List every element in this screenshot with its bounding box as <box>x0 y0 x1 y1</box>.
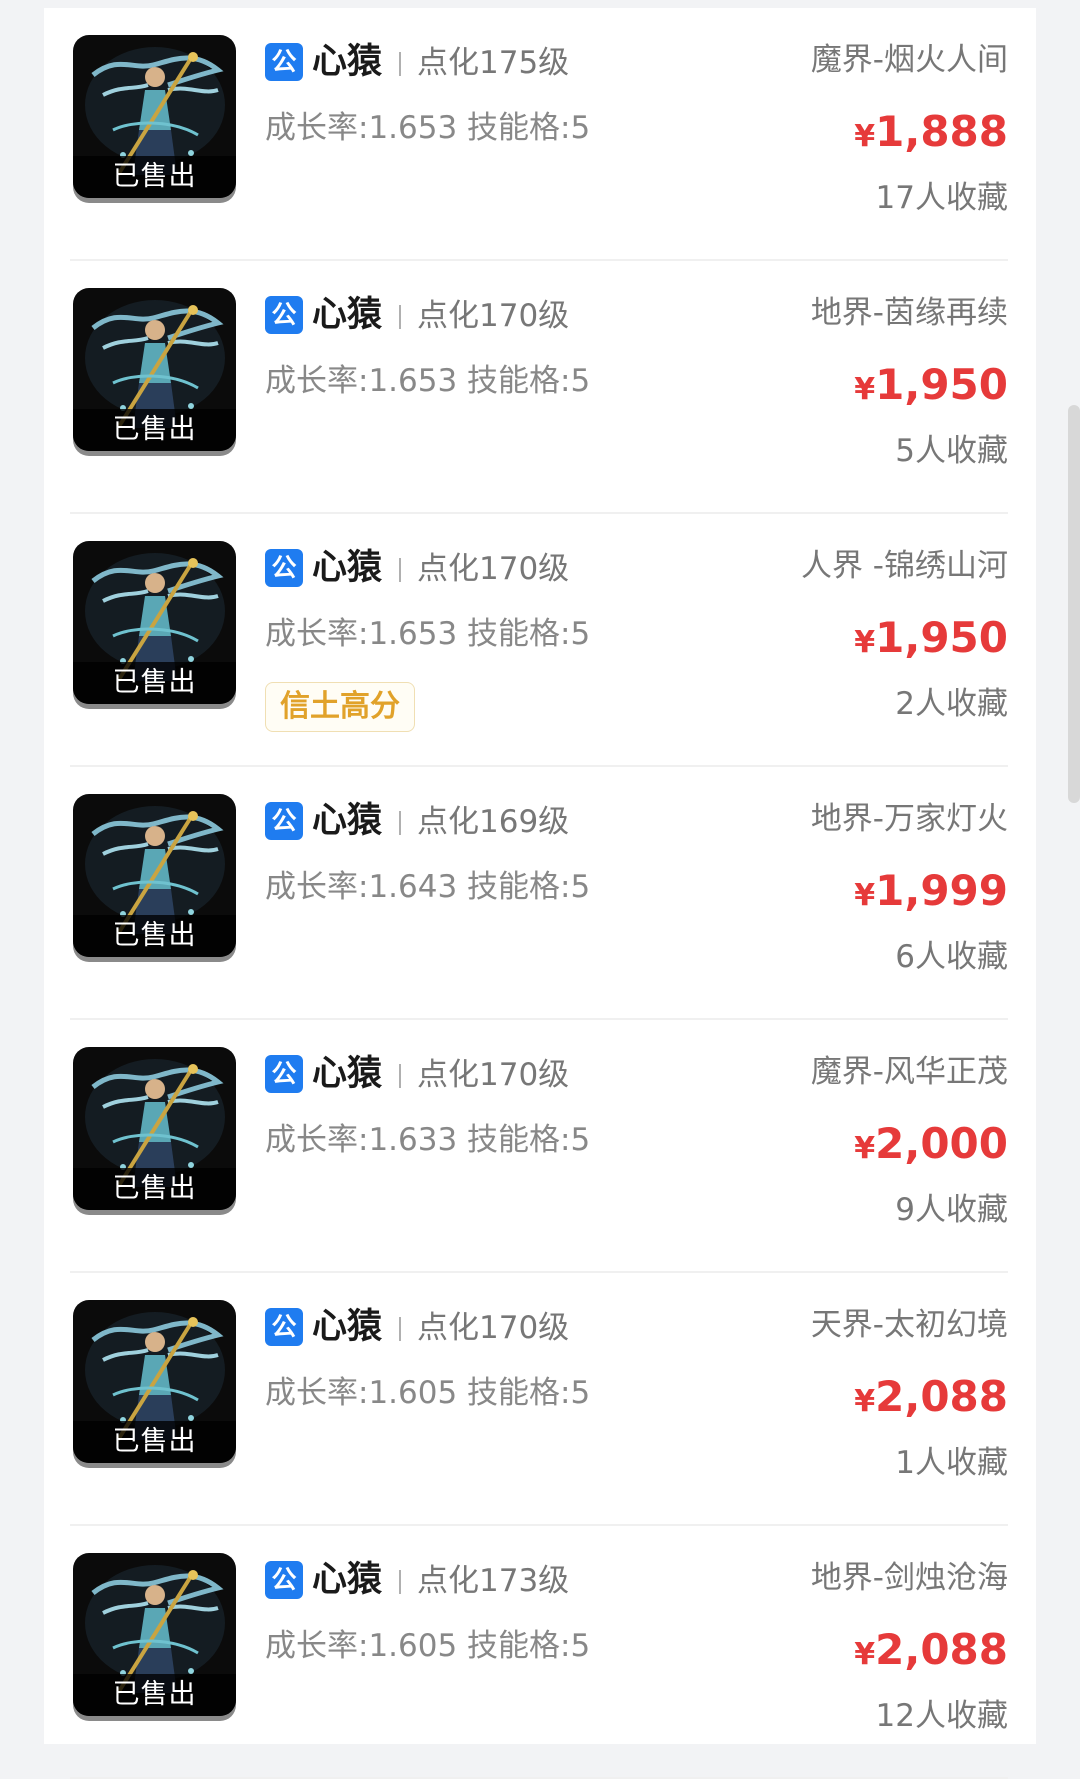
listing-item[interactable]: 已售出 公 心猿 点化170级 成长率:1.605 技能格:5 天界-太初幻境 … <box>70 1273 1008 1526</box>
pet-name[interactable]: 心猿 <box>312 293 382 337</box>
pet-thumbnail[interactable]: 已售出 <box>73 541 236 704</box>
pet-level: 点化170级 <box>417 1310 570 1346</box>
sold-label: 已售出 <box>73 156 236 198</box>
favorite-count: 17人收藏 <box>875 180 1008 216</box>
listing-item[interactable]: 已售出 公 心猿 点化170级 成长率:1.653 技能格:5 信土高分 人界 … <box>70 514 1008 767</box>
pet-name[interactable]: 心猿 <box>312 799 382 843</box>
currency-symbol: ¥ <box>854 372 876 407</box>
pet-name[interactable]: 心猿 <box>312 1305 382 1349</box>
pet-level: 点化170级 <box>417 551 570 587</box>
official-badge: 公 <box>265 1561 303 1599</box>
listing-item[interactable]: 已售出 公 心猿 点化170级 成长率:1.633 技能格:5 魔界-风华正茂 … <box>70 1020 1008 1273</box>
favorite-count: 6人收藏 <box>895 939 1008 975</box>
official-badge: 公 <box>265 802 303 840</box>
title-separator <box>399 1317 401 1341</box>
price-value: 2,088 <box>875 1372 1008 1421</box>
price-value: 1,888 <box>875 107 1008 156</box>
currency-symbol: ¥ <box>854 878 876 913</box>
favorite-count: 1人收藏 <box>895 1445 1008 1481</box>
pet-thumbnail[interactable]: 已售出 <box>73 794 236 957</box>
price-value: 2,000 <box>875 1119 1008 1168</box>
sold-label: 已售出 <box>73 915 236 957</box>
official-badge: 公 <box>265 296 303 334</box>
currency-symbol: ¥ <box>854 1384 876 1419</box>
listing-item[interactable]: 已售出 公 心猿 点化170级 成长率:1.653 技能格:5 地界-茵缘再续 … <box>70 261 1008 514</box>
price: ¥1,999 <box>854 865 1008 926</box>
server-name: 天界-太初幻境 <box>810 1307 1008 1343</box>
title-separator <box>399 1064 401 1088</box>
official-badge: 公 <box>265 1308 303 1346</box>
listing-item[interactable]: 已售出 公 心猿 点化175级 成长率:1.653 技能格:5 魔界-烟火人间 … <box>70 8 1008 261</box>
pet-name[interactable]: 心猿 <box>312 1558 382 1602</box>
pet-level: 点化173级 <box>417 1563 570 1599</box>
sold-label: 已售出 <box>73 409 236 451</box>
favorite-count: 12人收藏 <box>875 1698 1008 1734</box>
server-name: 魔界-风华正茂 <box>810 1054 1008 1090</box>
pet-level: 点化170级 <box>417 298 570 334</box>
price: ¥1,950 <box>854 612 1008 673</box>
official-badge: 公 <box>265 43 303 81</box>
title-separator <box>399 305 401 329</box>
pet-name[interactable]: 心猿 <box>312 1052 382 1096</box>
price-value: 1,950 <box>875 360 1008 409</box>
pet-stats: 成长率:1.605 技能格:5 <box>265 1375 591 1411</box>
title-separator <box>399 52 401 76</box>
official-badge: 公 <box>265 1055 303 1093</box>
sold-label: 已售出 <box>73 1168 236 1210</box>
pet-level: 点化175级 <box>417 45 570 81</box>
price: ¥2,088 <box>854 1624 1008 1685</box>
pet-level: 点化169级 <box>417 804 570 840</box>
pet-stats: 成长率:1.633 技能格:5 <box>265 1122 591 1158</box>
pet-stats: 成长率:1.653 技能格:5 <box>265 363 591 399</box>
price-value: 1,950 <box>875 613 1008 662</box>
trust-tag: 信土高分 <box>265 682 415 732</box>
currency-symbol: ¥ <box>854 1131 876 1166</box>
pet-name[interactable]: 心猿 <box>312 546 382 590</box>
currency-symbol: ¥ <box>854 1637 876 1672</box>
pet-name[interactable]: 心猿 <box>312 40 382 84</box>
sold-label: 已售出 <box>73 1421 236 1463</box>
server-name: 地界-茵缘再续 <box>810 295 1008 331</box>
sold-label: 已售出 <box>73 1674 236 1716</box>
listing-item[interactable]: 已售出 公 心猿 点化169级 成长率:1.643 技能格:5 地界-万家灯火 … <box>70 767 1008 1020</box>
listing-item[interactable]: 已售出 公 心猿 点化173级 成长率:1.605 技能格:5 地界-剑烛沧海 … <box>70 1526 1008 1779</box>
server-name: 地界-万家灯火 <box>810 801 1008 837</box>
price: ¥2,088 <box>854 1371 1008 1432</box>
title-separator <box>399 558 401 582</box>
price-value: 2,088 <box>875 1625 1008 1674</box>
price-value: 1,999 <box>875 866 1008 915</box>
pet-level: 点化170级 <box>417 1057 570 1093</box>
server-name: 魔界-烟火人间 <box>810 42 1008 78</box>
pet-thumbnail[interactable]: 已售出 <box>73 35 236 198</box>
pet-thumbnail[interactable]: 已售出 <box>73 1300 236 1463</box>
favorite-count: 9人收藏 <box>895 1192 1008 1228</box>
price: ¥1,888 <box>854 106 1008 167</box>
server-name: 地界-剑烛沧海 <box>810 1560 1008 1596</box>
pet-thumbnail[interactable]: 已售出 <box>73 1553 236 1716</box>
price: ¥2,000 <box>854 1118 1008 1179</box>
pet-thumbnail[interactable]: 已售出 <box>73 288 236 451</box>
scrollbar-thumb[interactable] <box>1068 405 1080 803</box>
official-badge: 公 <box>265 549 303 587</box>
pet-stats: 成长率:1.605 技能格:5 <box>265 1628 591 1664</box>
favorite-count: 2人收藏 <box>895 686 1008 722</box>
top-divider <box>44 0 1036 8</box>
pet-stats: 成长率:1.643 技能格:5 <box>265 869 591 905</box>
price: ¥1,950 <box>854 359 1008 420</box>
pet-stats: 成长率:1.653 技能格:5 <box>265 616 591 652</box>
currency-symbol: ¥ <box>854 625 876 660</box>
title-separator <box>399 811 401 835</box>
server-name: 人界 -锦绣山河 <box>800 548 1008 584</box>
favorite-count: 5人收藏 <box>895 433 1008 469</box>
currency-symbol: ¥ <box>854 119 876 154</box>
pet-stats: 成长率:1.653 技能格:5 <box>265 110 591 146</box>
pet-thumbnail[interactable]: 已售出 <box>73 1047 236 1210</box>
title-separator <box>399 1570 401 1594</box>
sold-label: 已售出 <box>73 662 236 704</box>
